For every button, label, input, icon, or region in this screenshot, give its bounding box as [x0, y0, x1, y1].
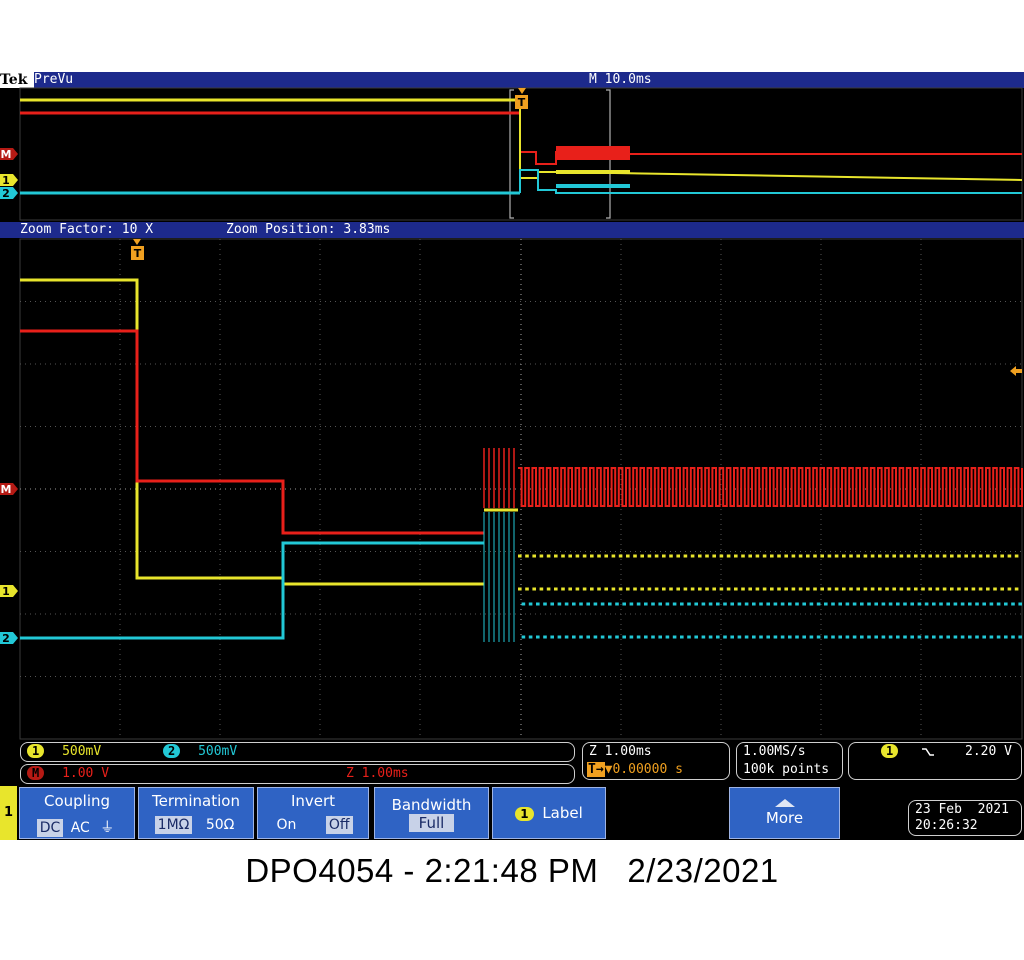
ch1-badge: 1 [27, 744, 45, 758]
main-trigger-marker[interactable]: T [131, 239, 144, 260]
up-arrow-icon [774, 799, 795, 807]
svg-text:M: M [1, 483, 12, 496]
math-zoom-scale: Z 1.00ms [346, 766, 409, 781]
acquisition-readout-box[interactable]: 1.00MS/s 100k points [736, 742, 843, 780]
svg-text:2: 2 [2, 632, 10, 645]
ch2-scale: 500mV [198, 744, 238, 759]
coupling-ground-icon[interactable]: ⏚ [97, 816, 117, 838]
menu-channel-tab[interactable]: 1 [0, 786, 17, 840]
overview-math-marker[interactable]: M [0, 148, 18, 161]
zoom-scale-value: Z 1.00ms [589, 744, 652, 759]
record-length-value: 100k points [743, 762, 830, 777]
waveform-display: T M 1 2 T M 1 2 [0, 87, 1023, 740]
falling-edge-icon [922, 748, 934, 756]
scope-screen: Tek PreVu M 10.0ms Zoom Factor: 10 X Zoo… [0, 72, 1024, 840]
timebase-readout-box[interactable]: Z 1.00ms T→▼0.00000 s [582, 742, 730, 780]
svg-text:T: T [518, 96, 526, 109]
bandwidth-button[interactable]: Bandwidth Full [374, 787, 489, 839]
more-title: More [765, 809, 804, 827]
datetime-box: 23 Feb 2021 20:26:32 [908, 800, 1022, 836]
trigger-source-badge: 1 [881, 744, 899, 758]
trigger-level-value: 2.20 V [965, 744, 1012, 759]
coupling-button[interactable]: Coupling DC AC ⏚ [19, 787, 135, 839]
date-label: 23 Feb 2021 [915, 802, 1009, 817]
termination-button[interactable]: Termination 1MΩ 50Ω [138, 787, 254, 839]
bandwidth-title: Bandwidth [391, 796, 472, 814]
invert-on-option[interactable]: On [273, 816, 299, 834]
math-pulse-train [518, 467, 1023, 507]
label-title: Label [542, 804, 583, 822]
invert-title: Invert [290, 792, 336, 810]
overview-ch2-marker[interactable]: 2 [0, 187, 18, 200]
main-ch1-marker[interactable]: 1 [0, 585, 18, 598]
coupling-ac-option[interactable]: AC [68, 819, 93, 837]
coupling-title: Coupling [43, 792, 111, 810]
math-burst-trace [483, 448, 515, 508]
svg-text:1: 1 [2, 585, 10, 598]
label-button[interactable]: 1 Label [492, 787, 606, 839]
svg-text:M: M [1, 148, 12, 161]
invert-off-option[interactable]: Off [325, 816, 353, 834]
overview-trigger-marker[interactable]: T [515, 88, 528, 109]
math-badge: M [27, 766, 45, 780]
svg-text:2: 2 [2, 187, 10, 200]
termination-50ohm-option[interactable]: 50Ω [203, 816, 238, 834]
overview-ch1-marker[interactable]: 1 [0, 174, 18, 187]
termination-1mohm-option[interactable]: 1MΩ [154, 816, 193, 834]
math-readout-box[interactable]: M 1.00 V Z 1.00ms [20, 764, 575, 784]
bandwidth-value: Full [408, 814, 455, 832]
main-math-marker[interactable]: M [0, 483, 18, 496]
trigger-readout-box[interactable]: 1 2.20 V [848, 742, 1022, 780]
ch1-scale: 500mV [62, 744, 102, 759]
ch2-badge: 2 [163, 744, 181, 758]
ch2-burst-trace [483, 512, 515, 642]
time-label: 20:26:32 [915, 818, 978, 833]
overview-traces [20, 98, 1023, 195]
trigger-delay-icon: T→ [587, 762, 605, 777]
label-channel-badge: 1 [515, 807, 534, 821]
channel-readout-box[interactable]: 1 500mV 2 500mV [20, 742, 575, 762]
termination-title: Termination [152, 792, 240, 810]
svg-text:1: 1 [2, 174, 10, 187]
screenshot-caption: DPO4054 - 2:21:48 PM 2/23/2021 [245, 852, 779, 889]
more-button[interactable]: More [729, 787, 840, 839]
coupling-dc-option[interactable]: DC [36, 819, 64, 837]
math-scale: 1.00 V [62, 766, 110, 781]
invert-button[interactable]: Invert On Off [257, 787, 369, 839]
sample-rate-value: 1.00MS/s [743, 744, 806, 759]
svg-text:T: T [134, 247, 142, 260]
trigger-delay-value: 0.00000 s [612, 762, 683, 777]
main-ch2-marker[interactable]: 2 [0, 632, 18, 645]
trigger-level-arrow-icon[interactable] [1010, 366, 1022, 376]
